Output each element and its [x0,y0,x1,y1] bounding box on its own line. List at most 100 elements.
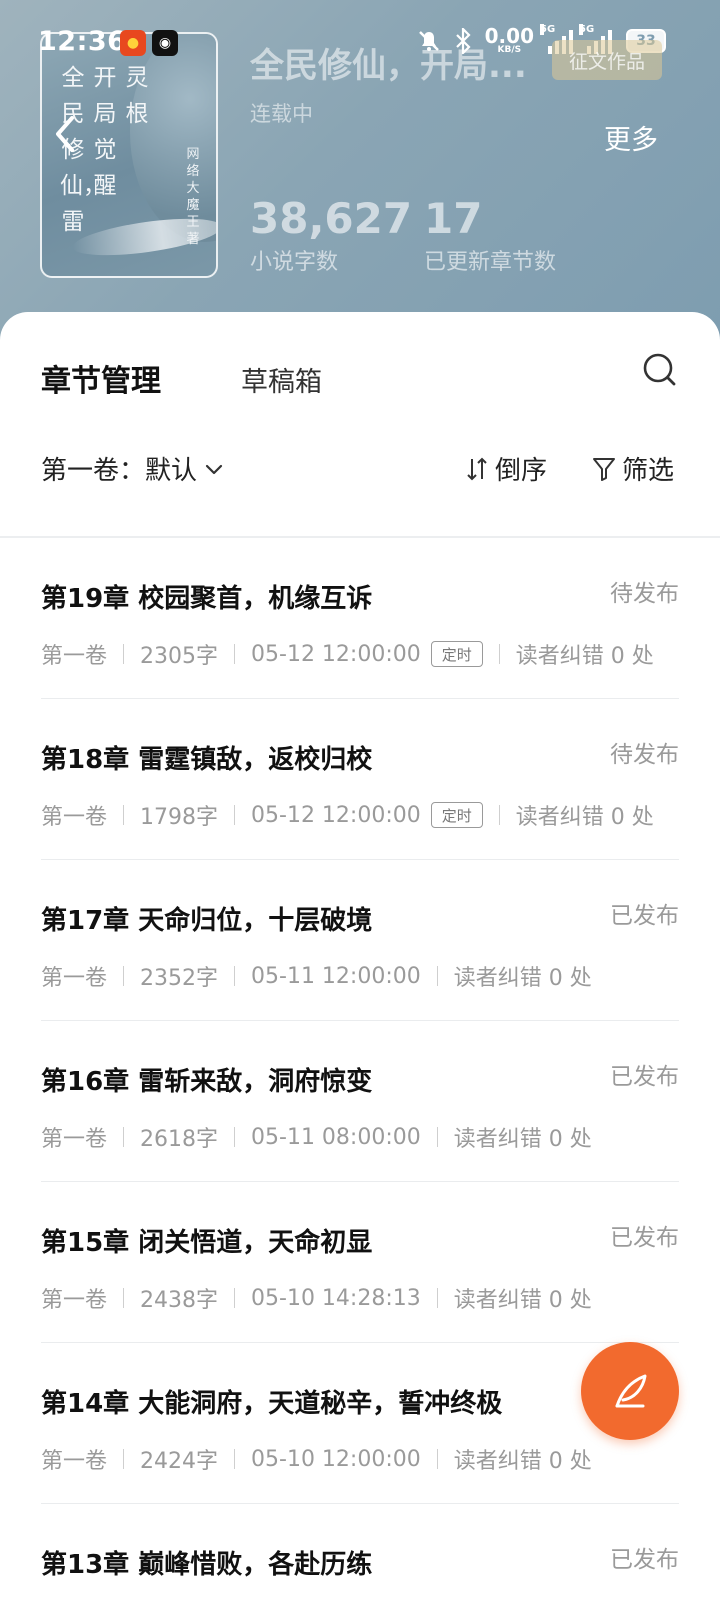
chapter-row[interactable]: 第19章 校园聚首，机缘互诉 待发布 第一卷 2305字 05-12 12:00… [0,538,720,699]
chapter-list: 第19章 校园聚首，机缘互诉 待发布 第一卷 2305字 05-12 12:00… [0,538,720,1610]
meta-separator [498,805,500,825]
chapter-row[interactable]: 第15章 闭关悟道，天命初显 已发布 第一卷 2438字 05-10 14:28… [0,1182,720,1343]
serial-status: 连载中 [250,102,313,126]
reader-corrections: 读者纠错 0 处 [453,1288,592,1313]
chapter-meta: 第一卷 2438字 05-10 14:28:13 读者纠错 0 处 [41,1282,592,1314]
chapter-title: 第16章 雷斩来敌，洞府惊变 [41,1067,373,1097]
quill-icon [615,1374,647,1408]
chapter-volume: 第一卷 [41,805,108,830]
meta-separator [436,1127,438,1147]
cover-title-column: 灵根 [125,65,149,127]
write-chapter-button[interactable] [581,1342,679,1440]
chapter-meta: 第一卷 2618字 05-11 08:00:00 读者纠错 0 处 [41,1121,592,1153]
chapter-word-count: 2352字 [140,966,219,991]
volume-selector[interactable]: 第一卷：默认 [41,450,225,487]
reader-corrections: 读者纠错 0 处 [515,805,654,830]
chapter-title: 第17章 天命归位，十层破境 [41,906,373,936]
app-notification-icon: ● [120,30,146,56]
word-count-value: 38,627 [250,194,413,243]
word-count-stat: 38,627 小说字数 [250,196,412,276]
chapter-title: 第14章 大能洞府，天道秘辛，誓冲终极 [41,1389,503,1419]
chapter-meta: 第一卷 1798字 05-12 12:00:00 定时 读者纠错 0 处 [41,799,654,831]
chapter-word-count: 2424字 [140,1449,219,1474]
sort-button[interactable]: 倒序 [465,450,547,487]
chapter-word-count: 2438字 [140,1288,219,1313]
chevron-down-icon [205,464,223,474]
sort-arrows-icon [467,457,487,480]
chapter-time: 05-11 12:00:00 [251,963,421,989]
search-icon[interactable] [640,350,680,390]
book-header: 灵根 开局觉醒 全民修仙，雷 网络大魔王著 12:36 ● ◉ 0.00 KB/… [0,0,720,340]
chapter-meta: 第一卷 2424字 05-10 12:00:00 读者纠错 0 处 [41,1443,592,1475]
chapter-time: 05-10 14:28:13 [251,1285,421,1311]
filter-button[interactable]: 筛选 [592,450,674,487]
chapter-word-count: 1798字 [140,805,219,830]
chapter-word-count: 2618字 [140,1127,219,1152]
chapter-status: 待发布 [610,581,679,607]
chapters-updated-stat: 17 已更新章节数 [424,196,556,276]
chapter-status: 已发布 [610,1225,679,1251]
chapter-row[interactable]: 第18章 雷霆镇敌，返校归校 待发布 第一卷 1798字 05-12 12:00… [0,699,720,860]
meta-separator [436,966,438,986]
scheduled-badge: 定时 [430,802,483,828]
chapters-updated-value: 17 [424,194,483,243]
chapter-row[interactable]: 第16章 雷斩来敌，洞府惊变 已发布 第一卷 2618字 05-11 08:00… [0,1021,720,1182]
word-count-label: 小说字数 [250,250,339,275]
sort-label: 倒序 [495,456,548,486]
reader-corrections: 读者纠错 0 处 [453,1449,592,1474]
meta-separator [234,1127,236,1147]
status-time: 12:36 [38,26,127,57]
volume-selector-label: 第一卷：默认 [41,456,198,486]
meta-separator [234,805,236,825]
more-button[interactable]: 更多 [604,118,658,157]
filter-label: 筛选 [622,456,675,486]
reader-corrections: 读者纠错 0 处 [453,1127,592,1152]
chapter-meta: 第一卷 2305字 05-12 12:00:00 定时 读者纠错 0 处 [41,638,654,670]
chapter-status: 已发布 [610,1064,679,1090]
chapter-row[interactable]: 第17章 天命归位，十层破境 已发布 第一卷 2352字 05-11 12:00… [0,860,720,1021]
book-title: 全民修仙，开局... [250,46,527,86]
funnel-icon [593,457,615,481]
chapter-volume: 第一卷 [41,1127,108,1152]
meta-separator [123,644,125,664]
chapter-time: 05-11 08:00:00 [251,1124,421,1150]
meta-separator [234,1288,236,1308]
reader-corrections: 读者纠错 0 处 [453,966,592,991]
meta-separator [234,1449,236,1469]
chapter-volume: 第一卷 [41,966,108,991]
meta-separator [436,1288,438,1308]
chapter-title: 第18章 雷霆镇敌，返校归校 [41,745,373,775]
chapter-status: 已发布 [610,903,679,929]
chapter-status: 已发布 [610,1547,679,1573]
chapter-time: 05-12 12:00:00 [251,802,421,828]
meta-separator [123,805,125,825]
chapter-volume: 第一卷 [41,1288,108,1313]
contest-badge: 征文作品 [552,40,662,80]
chapters-updated-label: 已更新章节数 [424,250,557,275]
chapter-volume: 第一卷 [41,1449,108,1474]
meta-separator [234,644,236,664]
meta-separator [436,1449,438,1469]
reader-corrections: 读者纠错 0 处 [515,644,654,669]
chapter-meta: 第一卷 2352字 05-11 12:00:00 读者纠错 0 处 [41,960,592,992]
meta-separator [123,1127,125,1147]
chapter-row[interactable]: 第13章 巅峰惜败，各赴历练 已发布 [0,1504,720,1610]
tab-drafts[interactable]: 草稿箱 [241,360,322,399]
meta-separator [498,644,500,664]
chapter-time: 05-12 12:00:00 [251,641,421,667]
chapter-word-count: 2305字 [140,644,219,669]
meta-separator [123,1288,125,1308]
chapter-volume: 第一卷 [41,644,108,669]
chapter-title: 第15章 闭关悟道，天命初显 [41,1228,373,1258]
chevron-left-icon[interactable] [48,112,84,156]
chapter-title: 第19章 校园聚首，机缘互诉 [41,584,373,614]
tab-chapter-management[interactable]: 章节管理 [41,356,161,400]
meta-separator [123,966,125,986]
qq-notification-icon: ◉ [152,30,178,56]
chapter-status: 待发布 [610,742,679,768]
cover-title-column: 开局觉醒 [93,65,117,199]
meta-separator [234,966,236,986]
meta-separator [123,1449,125,1469]
chapter-time: 05-10 12:00:00 [251,1446,421,1472]
chapter-title: 第13章 巅峰惜败，各赴历练 [41,1550,373,1580]
